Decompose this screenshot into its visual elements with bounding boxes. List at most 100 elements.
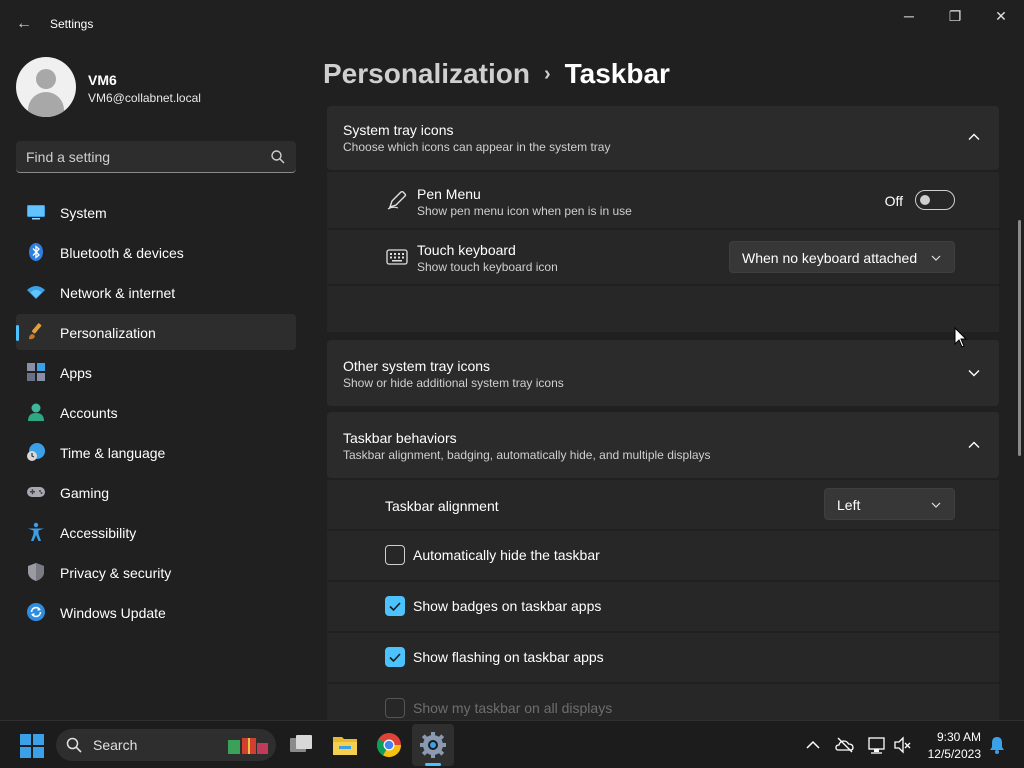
checkmark-icon: [389, 653, 401, 663]
breadcrumb-parent[interactable]: Personalization: [323, 58, 530, 89]
keyboard-icon: [386, 249, 408, 265]
back-button[interactable]: ←: [10, 12, 38, 36]
all-displays-checkbox: [385, 698, 405, 718]
section-title: Taskbar behaviors: [343, 430, 457, 446]
auto-hide-row[interactable]: Automatically hide the taskbar: [327, 531, 999, 580]
sidebar-item-time-language[interactable]: Time & language: [16, 434, 296, 470]
shield-icon: [28, 563, 44, 581]
section-title: Other system tray icons: [343, 358, 491, 374]
checkbox-label: Show my taskbar on all displays: [413, 700, 613, 716]
auto-hide-checkbox[interactable]: [385, 545, 405, 565]
system-tray-empty-row: [327, 286, 999, 332]
title-bar: ← Settings ─ ❐ ✕: [0, 0, 1024, 48]
breadcrumb: Personalization › Taskbar: [323, 58, 670, 90]
checkbox-label: Show badges on taskbar apps: [413, 598, 602, 614]
sidebar-item-bluetooth[interactable]: Bluetooth & devices: [16, 234, 296, 270]
windows-start-icon[interactable]: [20, 734, 44, 758]
page-title: Taskbar: [564, 58, 670, 89]
chevron-up-icon[interactable]: [803, 735, 823, 755]
accessibility-icon: [28, 522, 44, 541]
checkbox-label: Show flashing on taskbar apps: [413, 649, 604, 665]
sidebar-item-system[interactable]: System: [16, 194, 296, 230]
taskbar-alignment-row: Taskbar alignment Left: [327, 480, 999, 529]
find-setting-box[interactable]: [16, 141, 296, 173]
search-input[interactable]: [26, 141, 266, 172]
sidebar-item-accessibility[interactable]: Accessibility: [16, 514, 296, 550]
sidebar-item-windows-update[interactable]: Windows Update: [16, 594, 296, 630]
section-description: Taskbar alignment, badging, automaticall…: [343, 448, 711, 462]
pen-menu-description: Show pen menu icon when pen is in use: [417, 204, 632, 218]
sidebar-item-accounts[interactable]: Accounts: [16, 394, 296, 430]
scrollbar[interactable]: [1018, 220, 1021, 456]
avatar-body: [28, 92, 64, 117]
clock-time[interactable]: 9:30 AM: [935, 730, 981, 744]
taskbar-behaviors-header[interactable]: Taskbar behaviors Taskbar alignment, bad…: [327, 412, 999, 478]
sidebar-item-label: Accounts: [60, 405, 118, 421]
all-displays-row: Show my taskbar on all displays: [327, 684, 999, 720]
touch-keyboard-dropdown[interactable]: When no keyboard attached: [729, 241, 955, 273]
other-tray-icons-header[interactable]: Other system tray icons Show or hide add…: [327, 340, 999, 406]
sidebar-item-label: Time & language: [60, 445, 166, 461]
checkbox-label: Automatically hide the taskbar: [413, 547, 600, 563]
chevron-up-icon[interactable]: [967, 438, 981, 452]
file-explorer-icon[interactable]: [331, 731, 359, 759]
badges-checkbox[interactable]: [385, 596, 405, 616]
sidebar-item-gaming[interactable]: Gaming: [16, 474, 296, 510]
globe-clock-icon: [27, 443, 45, 461]
sidebar-item-apps[interactable]: Apps: [16, 354, 296, 390]
restore-icon: ❐: [948, 8, 962, 24]
network-icon[interactable]: [867, 735, 887, 755]
chrome-icon[interactable]: [375, 731, 403, 759]
section-description: Show or hide additional system tray icon…: [343, 376, 564, 390]
notification-bell-icon[interactable]: [987, 735, 1007, 755]
section-title: System tray icons: [343, 122, 454, 138]
sidebar-item-network[interactable]: Network & internet: [16, 274, 296, 310]
taskbar-alignment-dropdown[interactable]: Left: [824, 488, 955, 520]
section-description: Choose which icons can appear in the sys…: [343, 140, 611, 154]
flashing-row[interactable]: Show flashing on taskbar apps: [327, 633, 999, 682]
breadcrumb-chevron-icon: ›: [543, 63, 551, 85]
avatar-head: [36, 69, 56, 89]
sidebar-item-label: Bluetooth & devices: [60, 245, 184, 261]
volume-muted-icon[interactable]: [893, 735, 913, 755]
sidebar-item-label: Network & internet: [60, 285, 176, 301]
accounts-icon: [28, 403, 44, 421]
sidebar-item-label: System: [60, 205, 107, 221]
settings-icon[interactable]: [419, 731, 447, 759]
sidebar-item-label: Windows Update: [60, 605, 166, 621]
wifi-icon: [27, 286, 45, 299]
sidebar-item-label: Apps: [60, 365, 92, 381]
onedrive-icon[interactable]: [835, 735, 855, 755]
search-icon: [271, 150, 285, 164]
dropdown-value: Left: [837, 497, 861, 513]
toggle-knob: [920, 195, 930, 205]
sidebar-item-label: Personalization: [60, 325, 156, 341]
chevron-down-icon[interactable]: [967, 366, 981, 380]
minimize-icon: ─: [904, 8, 914, 24]
pen-icon: [387, 190, 407, 210]
system-tray-icons-header[interactable]: System tray icons Choose which icons can…: [327, 106, 999, 170]
flashing-checkbox[interactable]: [385, 647, 405, 667]
task-view-icon[interactable]: [288, 731, 316, 759]
clock-date[interactable]: 12/5/2023: [925, 747, 981, 761]
pen-menu-toggle[interactable]: [915, 190, 955, 210]
sidebar-item-personalization[interactable]: Personalization: [16, 314, 296, 350]
avatar[interactable]: [16, 57, 76, 117]
chevron-up-icon[interactable]: [967, 130, 981, 144]
pen-menu-toggle-state: Off: [884, 193, 903, 209]
close-button[interactable]: ✕: [978, 0, 1024, 32]
bluetooth-icon: [29, 243, 43, 261]
back-arrow-icon: ←: [16, 15, 32, 32]
apps-icon: [27, 363, 45, 381]
minimize-button[interactable]: ─: [886, 0, 932, 32]
sidebar-item-label: Privacy & security: [60, 565, 172, 581]
sidebar-item-privacy[interactable]: Privacy & security: [16, 554, 296, 590]
restore-button[interactable]: ❐: [932, 0, 978, 32]
search-icon: [66, 737, 82, 753]
badges-row[interactable]: Show badges on taskbar apps: [327, 582, 999, 631]
pen-menu-title: Pen Menu: [417, 186, 481, 202]
chevron-down-icon: [931, 502, 941, 508]
touch-keyboard-title: Touch keyboard: [417, 242, 516, 258]
user-email: VM6@collabnet.local: [88, 91, 201, 105]
taskbar-search[interactable]: Search: [56, 729, 276, 761]
